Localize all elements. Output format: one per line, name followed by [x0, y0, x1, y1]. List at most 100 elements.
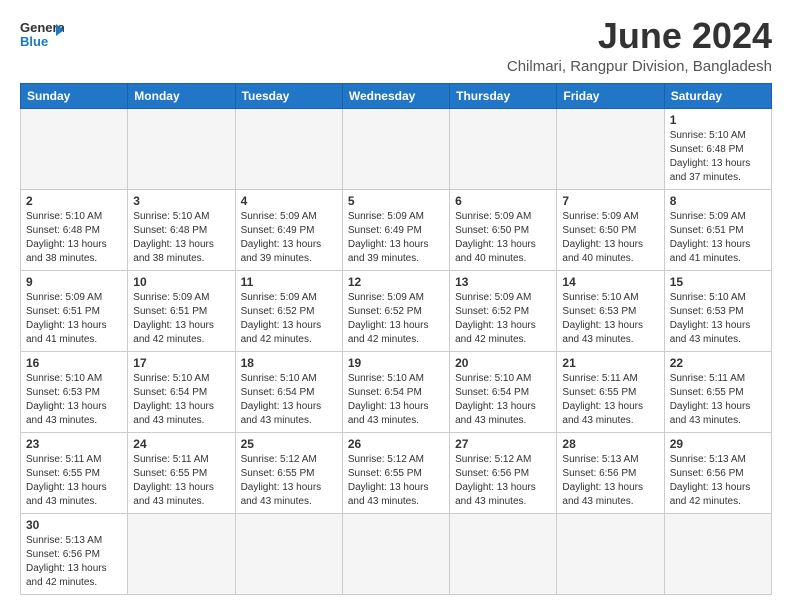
calendar-cell: 3 Sunrise: 5:10 AMSunset: 6:48 PMDaylight… [128, 189, 235, 270]
calendar-day-header: Friday [557, 83, 664, 108]
day-info: Sunrise: 5:09 AMSunset: 6:52 PMDaylight:… [348, 291, 444, 347]
day-info: Sunrise: 5:13 AMSunset: 6:56 PMDaylight:… [26, 534, 122, 590]
calendar-cell: 10 Sunrise: 5:09 AMSunset: 6:51 PMDayligh… [128, 270, 235, 351]
day-number: 29 [670, 437, 766, 451]
calendar-cell: 28Sunrise: 5:13 AMSunset: 6:56 PMDayligh… [557, 432, 664, 513]
calendar-week-row: 16Sunrise: 5:10 AMSunset: 6:53 PMDayligh… [21, 351, 772, 432]
calendar-cell [342, 513, 449, 594]
day-number: 15 [670, 275, 766, 289]
day-info: Sunrise: 5:09 AMSunset: 6:52 PMDaylight:… [241, 291, 337, 347]
calendar-cell: 11 Sunrise: 5:09 AMSunset: 6:52 PMDayligh… [235, 270, 342, 351]
title-area: June 2024 Chilmari, Rangpur Division, Ba… [507, 16, 772, 75]
calendar-day-header: Tuesday [235, 83, 342, 108]
calendar-cell: 2 Sunrise: 5:10 AMSunset: 6:48 PMDaylight… [21, 189, 128, 270]
calendar-cell: 17Sunrise: 5:10 AMSunset: 6:54 PMDayligh… [128, 351, 235, 432]
calendar-cell: 1Sunrise: 5:10 AMSunset: 6:48 PMDaylight… [664, 108, 771, 189]
day-info: Sunrise: 5:09 AMSunset: 6:49 PMDaylight:… [348, 210, 444, 266]
calendar-cell: 29Sunrise: 5:13 AMSunset: 6:56 PMDayligh… [664, 432, 771, 513]
day-number: 26 [348, 437, 444, 451]
calendar-cell: 14Sunrise: 5:10 AMSunset: 6:53 PMDayligh… [557, 270, 664, 351]
calendar-table: SundayMondayTuesdayWednesdayThursdayFrid… [20, 83, 772, 595]
day-number: 2 [26, 194, 122, 208]
day-info: Sunrise: 5:10 AMSunset: 6:53 PMDaylight:… [26, 372, 122, 428]
calendar-week-row: 23Sunrise: 5:11 AMSunset: 6:55 PMDayligh… [21, 432, 772, 513]
calendar-cell: 16Sunrise: 5:10 AMSunset: 6:53 PMDayligh… [21, 351, 128, 432]
day-info: Sunrise: 5:12 AMSunset: 6:55 PMDaylight:… [348, 453, 444, 509]
logo: General Blue [20, 16, 64, 54]
calendar-cell: 30 Sunrise: 5:13 AMSunset: 6:56 PMDayligh… [21, 513, 128, 594]
calendar-cell: 5 Sunrise: 5:09 AMSunset: 6:49 PMDaylight… [342, 189, 449, 270]
calendar-week-row: 1Sunrise: 5:10 AMSunset: 6:48 PMDaylight… [21, 108, 772, 189]
day-info: Sunrise: 5:09 AMSunset: 6:51 PMDaylight:… [26, 291, 122, 347]
day-info: Sunrise: 5:10 AMSunset: 6:54 PMDaylight:… [455, 372, 551, 428]
calendar-week-row: 30 Sunrise: 5:13 AMSunset: 6:56 PMDayligh… [21, 513, 772, 594]
calendar-cell: 4Sunrise: 5:09 AMSunset: 6:49 PMDaylight… [235, 189, 342, 270]
day-info: Sunrise: 5:09 AMSunset: 6:51 PMDaylight:… [133, 291, 229, 347]
calendar-cell: 12Sunrise: 5:09 AMSunset: 6:52 PMDayligh… [342, 270, 449, 351]
calendar-cell: 6Sunrise: 5:09 AMSunset: 6:50 PMDaylight… [450, 189, 557, 270]
calendar-cell [557, 513, 664, 594]
page-subtitle: Chilmari, Rangpur Division, Bangladesh [507, 58, 772, 75]
day-info: Sunrise: 5:12 AMSunset: 6:56 PMDaylight:… [455, 453, 551, 509]
calendar-cell: 9Sunrise: 5:09 AMSunset: 6:51 PMDaylight… [21, 270, 128, 351]
day-number: 24 [133, 437, 229, 451]
day-number: 18 [241, 356, 337, 370]
day-number: 20 [455, 356, 551, 370]
calendar-cell: 26 Sunrise: 5:12 AMSunset: 6:55 PMDayligh… [342, 432, 449, 513]
day-info: Sunrise: 5:11 AMSunset: 6:55 PMDaylight:… [562, 372, 658, 428]
day-number: 5 [348, 194, 444, 208]
calendar-cell [21, 108, 128, 189]
calendar-cell [450, 513, 557, 594]
day-info: Sunrise: 5:10 AMSunset: 6:48 PMDaylight:… [26, 210, 122, 266]
calendar-cell [128, 513, 235, 594]
calendar-cell: 20 Sunrise: 5:10 AMSunset: 6:54 PMDayligh… [450, 351, 557, 432]
day-info: Sunrise: 5:10 AMSunset: 6:48 PMDaylight:… [133, 210, 229, 266]
day-number: 14 [562, 275, 658, 289]
day-info: Sunrise: 5:09 AMSunset: 6:50 PMDaylight:… [455, 210, 551, 266]
calendar-cell: 23Sunrise: 5:11 AMSunset: 6:55 PMDayligh… [21, 432, 128, 513]
day-number: 11 [241, 275, 337, 289]
calendar-day-header: Sunday [21, 83, 128, 108]
day-number: 28 [562, 437, 658, 451]
day-number: 30 [26, 518, 122, 532]
calendar-header-row: SundayMondayTuesdayWednesdayThursdayFrid… [21, 83, 772, 108]
calendar-cell: 18 Sunrise: 5:10 AMSunset: 6:54 PMDayligh… [235, 351, 342, 432]
calendar-cell: 21 Sunrise: 5:11 AMSunset: 6:55 PMDayligh… [557, 351, 664, 432]
calendar-cell [342, 108, 449, 189]
calendar-cell: 25Sunrise: 5:12 AMSunset: 6:55 PMDayligh… [235, 432, 342, 513]
calendar-cell: 7 Sunrise: 5:09 AMSunset: 6:50 PMDaylight… [557, 189, 664, 270]
calendar-cell [450, 108, 557, 189]
day-number: 27 [455, 437, 551, 451]
calendar-cell [128, 108, 235, 189]
calendar-day-header: Monday [128, 83, 235, 108]
calendar-day-header: Thursday [450, 83, 557, 108]
calendar-cell: 15 Sunrise: 5:10 AMSunset: 6:53 PMDayligh… [664, 270, 771, 351]
day-number: 25 [241, 437, 337, 451]
calendar-week-row: 2 Sunrise: 5:10 AMSunset: 6:48 PMDaylight… [21, 189, 772, 270]
day-info: Sunrise: 5:11 AMSunset: 6:55 PMDaylight:… [670, 372, 766, 428]
day-info: Sunrise: 5:10 AMSunset: 6:54 PMDaylight:… [133, 372, 229, 428]
calendar-week-row: 9Sunrise: 5:09 AMSunset: 6:51 PMDaylight… [21, 270, 772, 351]
day-number: 7 [562, 194, 658, 208]
day-info: Sunrise: 5:10 AMSunset: 6:54 PMDaylight:… [348, 372, 444, 428]
calendar-cell: 22Sunrise: 5:11 AMSunset: 6:55 PMDayligh… [664, 351, 771, 432]
day-info: Sunrise: 5:10 AMSunset: 6:54 PMDaylight:… [241, 372, 337, 428]
day-info: Sunrise: 5:10 AMSunset: 6:48 PMDaylight:… [670, 129, 766, 185]
day-number: 19 [348, 356, 444, 370]
calendar-day-header: Wednesday [342, 83, 449, 108]
calendar-cell [235, 513, 342, 594]
day-number: 21 [562, 356, 658, 370]
day-number: 3 [133, 194, 229, 208]
day-info: Sunrise: 5:11 AMSunset: 6:55 PMDaylight:… [26, 453, 122, 509]
calendar-cell: 13 Sunrise: 5:09 AMSunset: 6:52 PMDayligh… [450, 270, 557, 351]
day-number: 4 [241, 194, 337, 208]
calendar-cell: 24Sunrise: 5:11 AMSunset: 6:55 PMDayligh… [128, 432, 235, 513]
day-number: 13 [455, 275, 551, 289]
calendar-day-header: Saturday [664, 83, 771, 108]
day-number: 10 [133, 275, 229, 289]
day-info: Sunrise: 5:09 AMSunset: 6:50 PMDaylight:… [562, 210, 658, 266]
page-title: June 2024 [507, 16, 772, 56]
calendar-cell: 19 Sunrise: 5:10 AMSunset: 6:54 PMDayligh… [342, 351, 449, 432]
day-info: Sunrise: 5:09 AMSunset: 6:52 PMDaylight:… [455, 291, 551, 347]
day-info: Sunrise: 5:10 AMSunset: 6:53 PMDaylight:… [670, 291, 766, 347]
